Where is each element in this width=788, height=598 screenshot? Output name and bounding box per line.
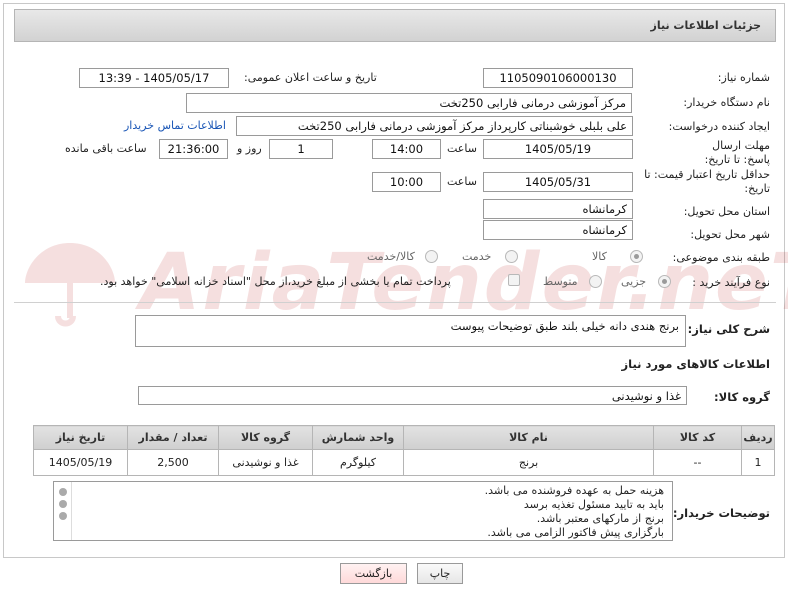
province-label: استان محل تحویل: bbox=[683, 205, 770, 218]
deadline-label: مهلت ارسال پاسخ: تا تاریخ: bbox=[704, 139, 770, 166]
need-number-field[interactable]: 1105090106000130 bbox=[483, 68, 633, 88]
back-button[interactable]: بازگشت bbox=[340, 563, 407, 584]
need-number-label: شماره نیاز: bbox=[717, 71, 770, 84]
cell-goods-group: غذا و نوشیدنی bbox=[218, 449, 313, 476]
city-field[interactable]: کرمانشاه bbox=[483, 220, 633, 240]
process-partial-option: جزیی bbox=[621, 275, 647, 288]
buyer-notes-label: توضیحات خریدار: bbox=[672, 506, 770, 520]
col-unit: واحد شمارش bbox=[312, 425, 404, 450]
announce-field[interactable]: 1405/05/17 - 13:39 bbox=[79, 68, 229, 88]
col-quantity: تعداد / مقدار bbox=[127, 425, 219, 450]
notes-scrollbar[interactable] bbox=[54, 482, 72, 540]
goods-table-header: ردیف کد کالا نام کالا واحد شمارش گروه کا… bbox=[33, 425, 775, 450]
divider bbox=[14, 302, 776, 303]
treasury-payment-note: پرداخت تمام یا بخشی از مبلغ خرید،از محل … bbox=[100, 275, 451, 288]
city-label: شهر محل تحویل: bbox=[690, 228, 770, 241]
col-goods-code: کد کالا bbox=[653, 425, 742, 450]
buyer-note-line: بارگزاری پیش فاکتور الزامی می باشد. bbox=[487, 526, 664, 539]
description-label: شرح کلی نیاز: bbox=[687, 322, 770, 336]
buyer-notes-field[interactable]: هزینه حمل به عهده فروشنده می باشد. باید … bbox=[53, 481, 673, 541]
time-remaining-field[interactable]: 21:36:00 bbox=[159, 139, 228, 159]
category-both-option: کالا/خدمت bbox=[367, 250, 415, 263]
panel-title: جزئیات اطلاعات نیاز bbox=[650, 19, 762, 32]
col-goods-name: نام کالا bbox=[403, 425, 654, 450]
cell-row-number: 1 bbox=[741, 449, 775, 476]
contact-buyer-link[interactable]: اطلاعات تماس خریدار bbox=[124, 119, 226, 132]
treasury-payment-checkbox[interactable] bbox=[508, 274, 520, 286]
panel-header: جزئیات اطلاعات نیاز bbox=[14, 9, 776, 42]
cell-need-date: 1405/05/19 bbox=[33, 449, 128, 476]
category-service-radio[interactable] bbox=[505, 250, 518, 263]
cell-quantity: 2,500 bbox=[127, 449, 219, 476]
goods-group-label: گروه کالا: bbox=[714, 390, 770, 404]
buyer-note-line: هزینه حمل به عهده فروشنده می باشد. bbox=[484, 484, 664, 497]
goods-table: ردیف کد کالا نام کالا واحد شمارش گروه کا… bbox=[33, 425, 775, 476]
price-validity-time-field[interactable]: 10:00 bbox=[372, 172, 441, 192]
announce-label: تاریخ و ساعت اعلان عمومی: bbox=[244, 71, 377, 84]
deadline-date-field[interactable]: 1405/05/19 bbox=[483, 139, 633, 159]
goods-section-title: اطلاعات کالاهای مورد نیاز bbox=[621, 357, 770, 371]
price-validity-time-label: ساعت bbox=[447, 175, 477, 188]
days-label: روز و bbox=[237, 142, 262, 155]
process-partial-radio[interactable] bbox=[658, 275, 671, 288]
col-goods-group: گروه کالا bbox=[218, 425, 313, 450]
scroll-dot-icon bbox=[59, 512, 67, 520]
col-need-date: تاریخ نیاز bbox=[33, 425, 128, 450]
category-label: طبقه بندی موضوعی: bbox=[672, 251, 770, 264]
category-service-option: خدمت bbox=[462, 250, 492, 263]
category-both-radio[interactable] bbox=[425, 250, 438, 263]
days-remaining-field[interactable]: 1 bbox=[269, 139, 333, 159]
province-field[interactable]: کرمانشاه bbox=[483, 199, 633, 219]
scroll-dot-icon bbox=[59, 500, 67, 508]
scroll-dot-icon bbox=[59, 488, 67, 496]
category-goods-radio[interactable] bbox=[630, 250, 643, 263]
cell-goods-name: برنج bbox=[403, 449, 654, 476]
time-remaining-label: ساعت باقی مانده bbox=[65, 142, 147, 155]
table-row[interactable]: 1 -- برنج کیلوگرم غذا و نوشیدنی 2,500 14… bbox=[33, 449, 775, 476]
creator-field[interactable]: علی بلبلی خوشبناتی کارپرداز مرکز آموزشی … bbox=[236, 116, 633, 136]
col-row-number: ردیف bbox=[741, 425, 775, 450]
creator-label: ایجاد کننده درخواست: bbox=[668, 120, 770, 133]
process-medium-option: متوسط bbox=[543, 275, 578, 288]
process-label: نوع فرآیند خرید : bbox=[692, 276, 770, 289]
category-goods-option: کالا bbox=[592, 250, 607, 263]
buyer-note-line: باید به تایید مسئول تغذیه برسد bbox=[523, 498, 664, 511]
price-validity-date-field[interactable]: 1405/05/31 bbox=[483, 172, 633, 192]
buyer-note-line: برنج از مارکهای معتبر باشد. bbox=[536, 512, 664, 525]
print-button[interactable]: چاپ bbox=[417, 563, 463, 584]
cell-goods-code: -- bbox=[653, 449, 742, 476]
description-field[interactable]: برنج هندی دانه خیلی بلند طبق توضیحات پیو… bbox=[135, 315, 686, 347]
goods-group-field[interactable]: غذا و نوشیدنی bbox=[138, 386, 687, 405]
deadline-time-field[interactable]: 14:00 bbox=[372, 139, 441, 159]
buyer-org-field[interactable]: مرکز آموزشی درمانی فارابی 250تخت bbox=[186, 93, 632, 113]
price-validity-label: حداقل تاریخ اعتبار قیمت: تا تاریخ: bbox=[644, 168, 770, 195]
deadline-time-label: ساعت bbox=[447, 142, 477, 155]
process-medium-radio[interactable] bbox=[589, 275, 602, 288]
cell-unit: کیلوگرم bbox=[312, 449, 404, 476]
buyer-org-label: نام دستگاه خریدار: bbox=[683, 96, 770, 109]
